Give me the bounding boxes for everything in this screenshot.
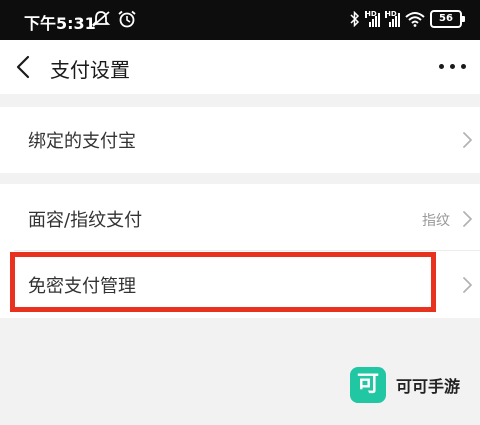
row-value: 指纹 [422,213,450,229]
highlight-box [10,252,436,312]
row-label: 面容/指纹支付 [28,210,143,231]
status-bar: 下午5:31 HD HD 56 [0,0,480,40]
settings-row-face-fingerprint[interactable]: 面容/指纹支付 指纹 [0,184,480,250]
watermark: 可 可可手游 [350,367,460,403]
page-title: 支付设置 [50,58,130,82]
wifi-icon [405,12,425,27]
signal-hd-icon: HD [365,11,380,27]
watermark-text: 可可手游 [396,377,461,396]
settings-row-bound-alipay[interactable]: 绑定的支付宝 [0,107,480,173]
signal-hd-icon: HD [385,11,400,27]
bluetooth-icon [350,11,360,27]
alarm-icon [118,10,136,28]
chevron-right-icon [463,211,472,227]
chevron-right-icon [463,132,472,148]
mute-icon [91,11,111,27]
chevron-left-icon[interactable] [14,55,34,79]
watermark-logo: 可 [350,367,386,403]
section-gap [0,94,480,106]
status-time: 下午5:31 [24,14,96,33]
battery-icon: 56 [430,10,465,28]
row-divider [14,250,480,251]
top-navbar: 支付设置 [0,40,480,94]
row-label: 绑定的支付宝 [28,131,136,152]
chevron-right-icon [463,277,472,293]
more-horizontal-icon[interactable] [439,64,466,69]
